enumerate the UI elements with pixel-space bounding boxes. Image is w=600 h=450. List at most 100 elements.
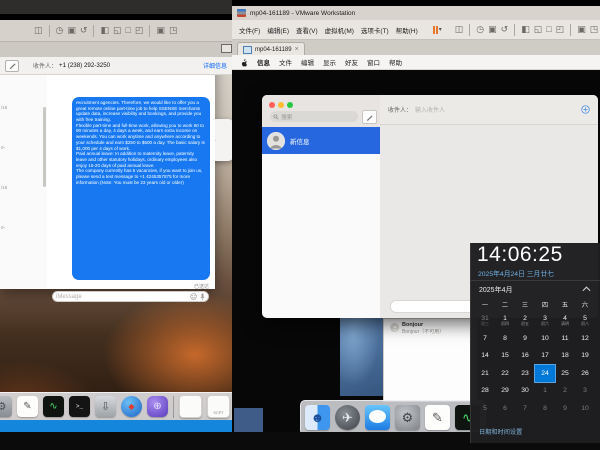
calendar-day-5[interactable]: 5 — [475, 400, 495, 418]
document-icon[interactable] — [179, 395, 202, 418]
calendar-day-10[interactable]: 10 — [575, 400, 595, 418]
buddy-row-bonjour[interactable]: Bonjour（不可用） — [402, 329, 444, 336]
calendar-day-31[interactable]: 31初三 — [475, 312, 495, 330]
mac-menu-item[interactable]: 编辑 — [301, 57, 314, 67]
safari-icon[interactable]: ◆ — [121, 396, 142, 417]
minimize-traffic-light[interactable] — [278, 102, 284, 108]
snapshot-manager-icon[interactable]: ↺ — [80, 26, 88, 35]
calendar-month-label[interactable]: 2025年4月 — [479, 285, 512, 295]
calendar-day-7[interactable]: 7 — [515, 400, 535, 418]
fullscreen-icon[interactable]: □ — [125, 26, 130, 35]
scrollbar-thumb[interactable] — [43, 107, 46, 187]
tab-close-icon[interactable]: × — [295, 46, 299, 53]
mac-menu-item[interactable]: 好友 — [345, 57, 358, 67]
snapshot-take-icon[interactable]: ▣ — [67, 26, 76, 35]
thumbnail-bar-icon[interactable]: ◱ — [534, 25, 543, 34]
conversation-item-selected[interactable]: 新信息 — [262, 127, 380, 154]
fullscreen-icon[interactable]: □ — [546, 25, 551, 34]
mac-menu-item[interactable]: 窗口 — [367, 57, 380, 67]
mac-menu-item[interactable]: 信息 — [257, 57, 270, 67]
menu-item[interactable]: 编辑(E) — [267, 25, 289, 35]
snapshot-clock-icon[interactable]: ◷ — [476, 25, 484, 34]
apple-menu-icon[interactable] — [240, 58, 248, 67]
calendar-day-17[interactable]: 17 — [535, 347, 555, 365]
menu-item[interactable]: 查看(V) — [296, 25, 318, 35]
textedit-icon[interactable]: ✎ — [17, 396, 38, 417]
details-link[interactable]: 详细信息 — [203, 61, 215, 70]
menu-item[interactable]: 虚拟机(M) — [325, 25, 354, 35]
compose-icon[interactable] — [5, 60, 19, 72]
calendar-day-3[interactable]: 3 — [575, 382, 595, 400]
unity-icon[interactable]: ◰ — [135, 26, 144, 35]
library-panel-icon[interactable]: ◧ — [100, 26, 109, 35]
calendar-day-30[interactable]: 30 — [515, 382, 535, 400]
devices-icon[interactable]: ◫ — [34, 26, 43, 35]
compose-button[interactable] — [362, 110, 377, 124]
vm-tab[interactable]: mp04-161189 × — [237, 42, 305, 56]
vmware-titlebar[interactable]: mp04-161189 - VMware Workstation — [232, 6, 600, 20]
calendar-day-26[interactable]: 26 — [575, 365, 595, 383]
calendar-day-2[interactable]: 2初五 — [515, 312, 535, 330]
calendar-day-9[interactable]: 9 — [555, 400, 575, 418]
system-preferences-icon[interactable]: ⚙ — [395, 405, 420, 430]
calendar-day-23[interactable]: 23 — [515, 365, 535, 383]
conversation-list[interactable]: /180-/180- — [0, 75, 48, 289]
calendar-day-19[interactable]: 19 — [575, 347, 595, 365]
launchpad-icon[interactable]: ✈ — [335, 405, 360, 430]
snapshot-manager-icon[interactable]: ↺ — [501, 25, 509, 34]
chevron-up-icon[interactable] — [582, 286, 591, 292]
left-vmware-tabstrip[interactable] — [0, 42, 232, 58]
calendar-day-14[interactable]: 14 — [475, 347, 495, 365]
calendar-day-29[interactable]: 29 — [495, 382, 515, 400]
calendar-day-1[interactable]: 1初四 — [495, 312, 515, 330]
clock-date[interactable]: 2025年4月24日 三月廿七 — [478, 268, 554, 278]
unity-icon[interactable]: ◰ — [556, 25, 565, 34]
close-traffic-light[interactable] — [269, 102, 275, 108]
mac-menu-item[interactable]: 帮助 — [389, 57, 402, 67]
thumbnail-bar-icon[interactable]: ◱ — [113, 26, 122, 35]
menu-item[interactable]: 选项卡(T) — [361, 25, 389, 35]
calendar-day-10[interactable]: 10 — [535, 330, 555, 348]
calendar-day-8[interactable]: 8 — [495, 330, 515, 348]
snapshot-take-icon[interactable]: ▣ — [488, 25, 497, 34]
system-preferences-icon[interactable]: ⚙ — [0, 396, 12, 417]
mac-menu-item[interactable]: 显示 — [323, 57, 336, 67]
calendar-day-7[interactable]: 7 — [475, 330, 495, 348]
stretch-guest-icon[interactable]: ◳ — [169, 26, 178, 35]
mac-menu-item[interactable]: 文件 — [279, 57, 292, 67]
left-vmware-titlebar[interactable] — [0, 0, 232, 14]
calendar-day-22[interactable]: 22 — [495, 365, 515, 383]
textedit-icon[interactable]: ✎ — [425, 405, 450, 430]
to-field[interactable]: 收件人： 输入收件人 — [380, 95, 598, 125]
calendar-day-4[interactable]: 4清明 — [555, 312, 575, 330]
calendar-day-8[interactable]: 8 — [535, 400, 555, 418]
calendar-day-18[interactable]: 18 — [555, 347, 575, 365]
document-scpt-icon[interactable]: SCPT — [207, 395, 230, 418]
finder-icon[interactable]: ☻ — [305, 405, 330, 430]
console-view-icon[interactable]: ▣ — [156, 26, 165, 35]
calendar-day-5[interactable]: 5初八 — [575, 312, 595, 330]
calendar-day-1[interactable]: 1 — [535, 382, 555, 400]
calendar-day-11[interactable]: 11 — [555, 330, 575, 348]
calendar-day-12[interactable]: 12 — [575, 330, 595, 348]
calendar-day-25[interactable]: 25 — [555, 365, 575, 383]
activity-monitor-icon[interactable]: ∿ — [43, 396, 64, 417]
add-recipient-icon[interactable] — [581, 105, 590, 114]
snapshot-clock-icon[interactable]: ◷ — [56, 26, 64, 35]
menu-item[interactable]: 帮助(H) — [396, 25, 418, 35]
calendar-day-16[interactable]: 16 — [515, 347, 535, 365]
search-input[interactable]: 搜索 — [270, 111, 358, 122]
calendar-day-6[interactable]: 6 — [495, 400, 515, 418]
calendar-day-21[interactable]: 21 — [475, 365, 495, 383]
library-panel-icon[interactable]: ◧ — [521, 25, 530, 34]
suspend-button[interactable]: ▾ — [433, 26, 442, 34]
network-globe-icon[interactable]: ⊕ — [147, 396, 168, 417]
calendar-day-3[interactable]: 3初六 — [535, 312, 555, 330]
calendar-day-15[interactable]: 15 — [495, 347, 515, 365]
zoom-traffic-light[interactable] — [287, 102, 293, 108]
messages-icon[interactable] — [365, 405, 390, 430]
console-view-icon[interactable]: ▣ — [577, 25, 586, 34]
installer-icon[interactable]: ⇩ — [95, 396, 116, 417]
date-time-settings-link[interactable]: 日期和时间设置 — [479, 427, 522, 436]
calendar-day-24[interactable]: 24 — [535, 365, 555, 383]
